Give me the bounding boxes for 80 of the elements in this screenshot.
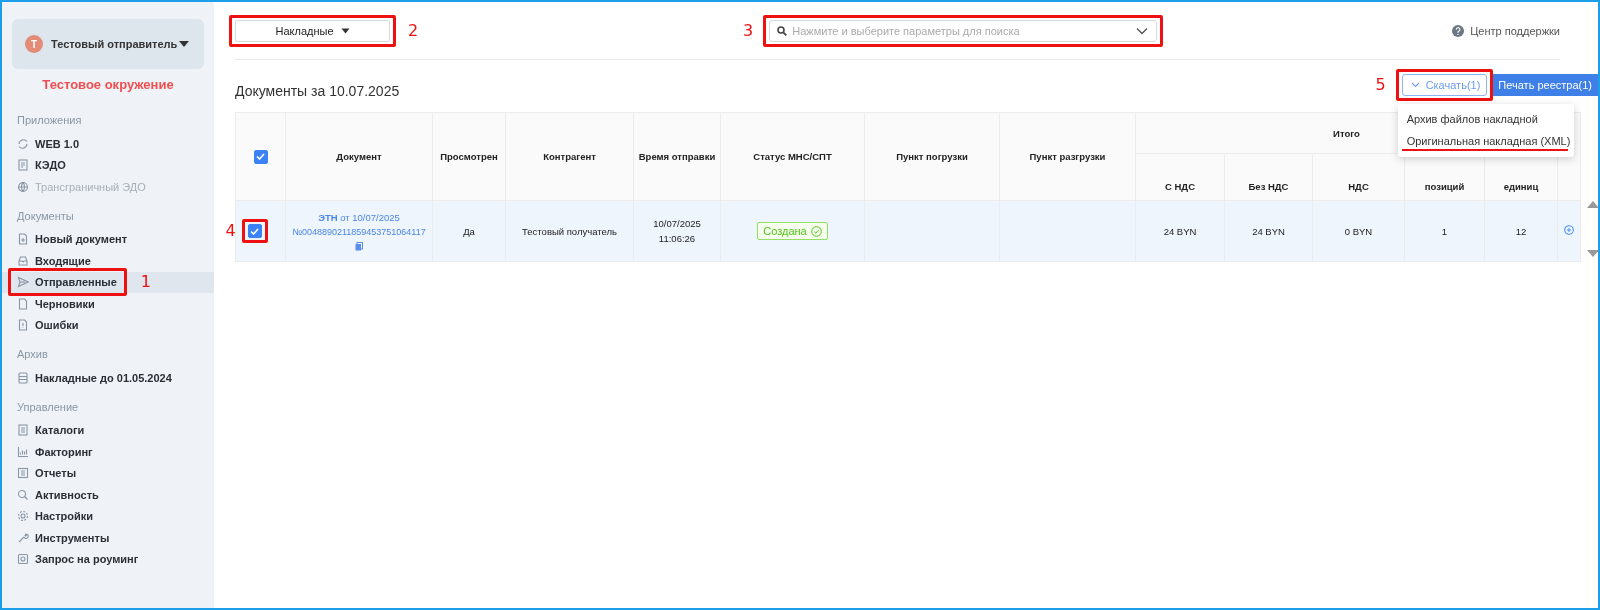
document-icon [17,319,29,332]
scroll-up-icon[interactable] [1587,200,1598,208]
column-header: Контрагент [505,112,634,201]
status-badge: Создана [757,222,828,240]
print-registry-button[interactable]: Печать реестра(1) [1491,74,1598,96]
section-title: Управление [16,399,80,415]
caret-icon [178,40,190,48]
nav-item[interactable]: Ошибки [15,317,81,334]
globe-icon [17,180,29,193]
chevron-down-icon [1410,82,1420,88]
support-link[interactable]: Центр поддержки [1452,24,1560,37]
account-name: Тестовый отправитель [51,38,178,50]
table-cell: 24 BYN [1135,200,1225,262]
nav-item[interactable]: Отчеты [15,465,79,482]
inbox-icon [17,254,29,267]
chart-icon [17,445,29,458]
page-heading: Документы за 10.07.2025 [235,83,400,99]
table-cell: Да [432,200,506,262]
table-cell: 24 BYN [1224,200,1313,262]
caret-icon [340,27,350,34]
column-header: Статус МНС/СПТ [720,112,865,201]
document-link[interactable]: ЭТН от 10/07/2025 [288,209,430,225]
checkbox[interactable] [247,224,262,238]
column-header: Документ [285,112,433,201]
nav-item[interactable]: Факторинг [15,443,95,460]
annotation-number: 1 [140,273,151,292]
list-icon [17,467,29,480]
chevron-down-icon [1136,26,1149,35]
expand-row-icon[interactable] [1564,225,1574,235]
nav-item[interactable]: Запрос на роуминг [15,551,141,568]
nav-item[interactable]: WEB 1.0 [15,135,81,152]
annotation-number: 3 [743,21,754,40]
environment-label: Тестовое окружение [41,77,175,92]
nav-item[interactable]: Активность [15,486,101,503]
column-header: Без НДС [1224,153,1313,201]
gear-icon [17,510,29,523]
column-header: Просмотрен [432,112,506,201]
nav-item[interactable]: Настройки [15,508,96,525]
document-type-dropdown[interactable]: Накладные [235,19,390,42]
checkbox[interactable] [253,149,268,164]
column-header: Пункт погрузки [864,112,1000,201]
nav-item[interactable]: Каталоги [15,422,87,439]
table-cell: 0 BYN [1312,200,1405,262]
annotation-number: 4 [225,222,236,240]
help-icon [1452,24,1465,37]
section-title: Архив [16,347,49,362]
column-header: С НДС [1135,153,1225,201]
document-icon [17,297,29,310]
avatar: Т [25,35,43,53]
nav-item[interactable]: КЭДО [15,157,68,174]
column-header: НДС [1312,153,1405,201]
annotation-number: 5 [1375,76,1386,94]
table-cell: 10/07/2025 11:06:26 [633,200,721,262]
nav-item[interactable]: Новый документ [15,231,130,248]
database-icon [17,371,29,384]
document-icon [17,159,29,172]
search-icon [17,488,29,501]
nav-item[interactable]: Черновики [15,295,97,312]
send-icon [17,276,29,289]
table-cell: Тестовый получатель [505,200,634,262]
search-icon [777,25,788,36]
check-circle-icon [810,225,822,237]
nav-item[interactable]: Отправленные [15,274,119,291]
scroll-down-icon[interactable] [1587,250,1598,258]
annotation-number: 2 [408,21,419,40]
document-icon [17,233,29,246]
column-header: Пункт разгрузки [999,112,1136,201]
account-selector[interactable]: Т Тестовый отправитель [12,19,204,69]
section-title: Документы [16,208,75,224]
wrench-icon [17,531,29,544]
nav-item[interactable]: Входящие [15,252,93,269]
search-field[interactable]: Нажмите и выберите параметры для поиска [769,19,1158,42]
nav-item[interactable]: Накладные до 01.05.2024 [15,369,174,386]
list-icon [17,424,29,437]
section-title: Приложения [16,113,83,128]
column-header: Время отправки [633,112,721,201]
table-cell: 12 [1484,200,1558,262]
table-cell: 1 [1404,200,1485,262]
copy-icon[interactable] [355,241,363,251]
nav-item[interactable]: Инструменты [15,529,112,546]
